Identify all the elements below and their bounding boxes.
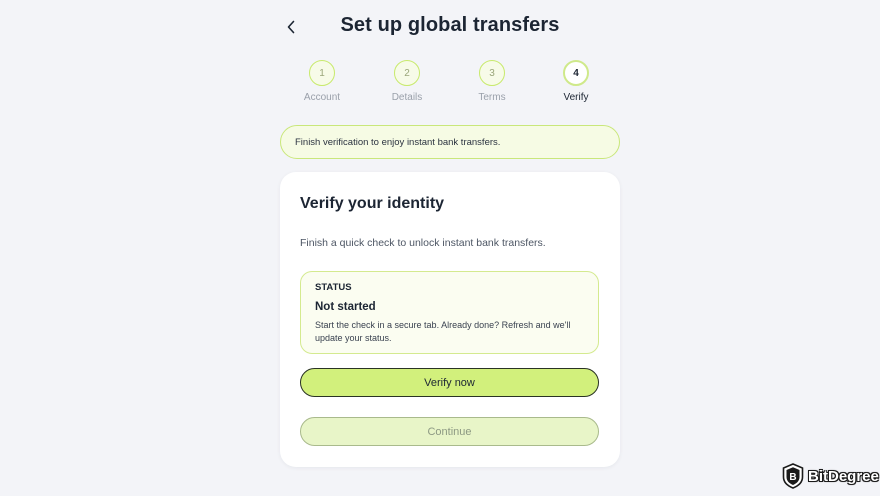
page-title: Set up global transfers	[340, 14, 560, 36]
back-button[interactable]	[281, 16, 301, 38]
card-title: Verify your identity	[300, 195, 445, 212]
status-eyebrow: STATUS	[315, 282, 352, 293]
step-label: Terms	[478, 92, 506, 103]
card-subtitle: Finish a quick check to unlock instant b…	[300, 237, 546, 249]
chevron-left-icon	[287, 20, 295, 34]
bitdegree-logo-icon: B	[782, 463, 804, 489]
step-verify[interactable]: 4 Verify	[536, 60, 616, 103]
stepper: 1 Account 2 Details 3 Terms 4 Verify	[280, 60, 620, 108]
step-label: Details	[391, 92, 423, 103]
step-terms[interactable]: 3 Terms	[452, 60, 532, 103]
status-box: STATUS Not started Start the check in a …	[300, 271, 599, 354]
verify-card: Verify your identity Finish a quick chec…	[280, 172, 620, 467]
info-banner: Finish verification to enjoy instant ban…	[280, 125, 620, 159]
step-account[interactable]: 1 Account	[282, 60, 362, 103]
step-label: Verify	[563, 92, 589, 103]
logo-letter: B	[789, 472, 796, 483]
page: Set up global transfers 1 Account 2 Deta…	[0, 0, 880, 496]
step-number: 1	[309, 60, 335, 86]
step-number: 4	[563, 60, 589, 86]
watermark: B BitDegree	[782, 463, 879, 489]
verify-now-button[interactable]: Verify now	[300, 368, 599, 397]
continue-button[interactable]: Continue	[300, 417, 599, 446]
step-number: 2	[394, 60, 420, 86]
status-description: Start the check in a secure tab. Already…	[315, 320, 571, 343]
status-value: Not started	[315, 301, 376, 313]
step-details[interactable]: 2 Details	[367, 60, 447, 103]
watermark-text: BitDegree	[808, 467, 879, 485]
step-number: 3	[479, 60, 505, 86]
step-label: Account	[303, 92, 341, 103]
